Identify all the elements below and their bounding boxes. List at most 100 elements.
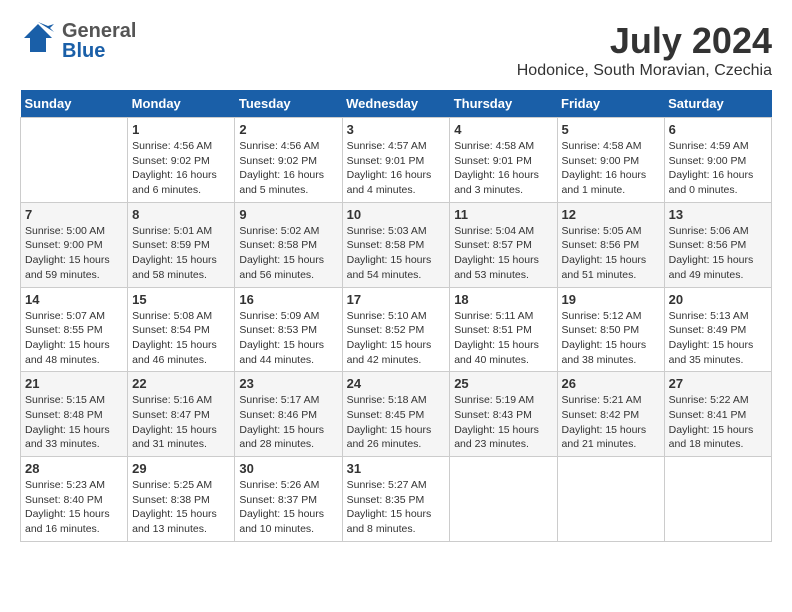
day-info: Sunrise: 5:23 AM Sunset: 8:40 PM Dayligh… <box>25 478 123 537</box>
day-number: 11 <box>454 207 552 222</box>
calendar-cell: 7Sunrise: 5:00 AM Sunset: 9:00 PM Daylig… <box>21 202 128 287</box>
day-number: 8 <box>132 207 230 222</box>
day-info: Sunrise: 5:21 AM Sunset: 8:42 PM Dayligh… <box>562 393 660 452</box>
day-number: 5 <box>562 122 660 137</box>
main-title: July 2024 <box>517 20 772 62</box>
calendar-cell: 15 Sunrise: 5:08 AM Sunset: 8:54 PM Dayli… <box>128 287 235 372</box>
calendar-cell: 3Sunrise: 4:57 AM Sunset: 9:01 PM Daylig… <box>342 118 450 203</box>
day-number: 26 <box>562 376 660 391</box>
calendar-cell: 13 Sunrise: 5:06 AM Sunset: 8:56 PM Dayli… <box>664 202 771 287</box>
calendar-cell: 8 Sunrise: 5:01 AM Sunset: 8:59 PM Daylig… <box>128 202 235 287</box>
calendar-cell: 21Sunrise: 5:15 AM Sunset: 8:48 PM Dayli… <box>21 372 128 457</box>
col-saturday: Saturday <box>664 90 771 118</box>
day-info: Sunrise: 5:04 AM Sunset: 8:57 PM Dayligh… <box>454 224 552 283</box>
calendar-header-row: Sunday Monday Tuesday Wednesday Thursday… <box>21 90 772 118</box>
subtitle: Hodonice, South Moravian, Czechia <box>517 62 772 80</box>
day-number: 14 <box>25 292 123 307</box>
day-info: Sunrise: 5:16 AM Sunset: 8:47 PM Dayligh… <box>132 393 230 452</box>
day-info: Sunrise: 5:02 AM Sunset: 8:58 PM Dayligh… <box>239 224 337 283</box>
day-info: Sunrise: 5:10 AM Sunset: 8:52 PM Dayligh… <box>347 309 446 368</box>
day-number: 28 <box>25 461 123 476</box>
calendar-cell <box>21 118 128 203</box>
day-number: 31 <box>347 461 446 476</box>
calendar-week-4: 21Sunrise: 5:15 AM Sunset: 8:48 PM Dayli… <box>21 372 772 457</box>
day-number: 16 <box>239 292 337 307</box>
calendar-cell: 2 Sunrise: 4:56 AM Sunset: 9:02 PM Daylig… <box>235 118 342 203</box>
calendar-cell: 22 Sunrise: 5:16 AM Sunset: 8:47 PM Dayli… <box>128 372 235 457</box>
calendar-cell <box>450 457 557 542</box>
calendar-cell: 18 Sunrise: 5:11 AM Sunset: 8:51 PM Dayli… <box>450 287 557 372</box>
day-info: Sunrise: 4:56 AM Sunset: 9:02 PM Dayligh… <box>239 139 337 198</box>
day-number: 30 <box>239 461 337 476</box>
day-info: Sunrise: 4:56 AM Sunset: 9:02 PM Dayligh… <box>132 139 230 198</box>
calendar-week-3: 14 Sunrise: 5:07 AM Sunset: 8:55 PM Dayli… <box>21 287 772 372</box>
day-info: Sunrise: 5:07 AM Sunset: 8:55 PM Dayligh… <box>25 309 123 368</box>
day-number: 27 <box>669 376 767 391</box>
calendar-cell: 17 Sunrise: 5:10 AM Sunset: 8:52 PM Dayli… <box>342 287 450 372</box>
calendar-cell: 25Sunrise: 5:19 AM Sunset: 8:43 PM Dayli… <box>450 372 557 457</box>
day-info: Sunrise: 4:59 AM Sunset: 9:00 PM Dayligh… <box>669 139 767 198</box>
calendar-cell: 12 Sunrise: 5:05 AM Sunset: 8:56 PM Dayli… <box>557 202 664 287</box>
calendar-cell: 28 Sunrise: 5:23 AM Sunset: 8:40 PM Dayli… <box>21 457 128 542</box>
day-info: Sunrise: 5:22 AM Sunset: 8:41 PM Dayligh… <box>669 393 767 452</box>
day-info: Sunrise: 5:05 AM Sunset: 8:56 PM Dayligh… <box>562 224 660 283</box>
day-number: 17 <box>347 292 446 307</box>
logo-line1: General <box>62 21 136 41</box>
day-number: 6 <box>669 122 767 137</box>
day-number: 25 <box>454 376 552 391</box>
day-info: Sunrise: 5:11 AM Sunset: 8:51 PM Dayligh… <box>454 309 552 368</box>
day-info: Sunrise: 4:58 AM Sunset: 9:01 PM Dayligh… <box>454 139 552 198</box>
logo-line2: Blue <box>62 41 136 61</box>
col-tuesday: Tuesday <box>235 90 342 118</box>
calendar-cell: 4 Sunrise: 4:58 AM Sunset: 9:01 PM Daylig… <box>450 118 557 203</box>
col-wednesday: Wednesday <box>342 90 450 118</box>
calendar-cell <box>557 457 664 542</box>
day-number: 15 <box>132 292 230 307</box>
day-info: Sunrise: 5:08 AM Sunset: 8:54 PM Dayligh… <box>132 309 230 368</box>
page-header: General Blue July 2024 Hodonice, South M… <box>20 20 772 80</box>
day-info: Sunrise: 4:57 AM Sunset: 9:01 PM Dayligh… <box>347 139 446 198</box>
day-info: Sunrise: 5:15 AM Sunset: 8:48 PM Dayligh… <box>25 393 123 452</box>
day-number: 7 <box>25 207 123 222</box>
day-number: 23 <box>239 376 337 391</box>
day-number: 18 <box>454 292 552 307</box>
calendar-cell: 9Sunrise: 5:02 AM Sunset: 8:58 PM Daylig… <box>235 202 342 287</box>
day-number: 2 <box>239 122 337 137</box>
calendar-cell: 26 Sunrise: 5:21 AM Sunset: 8:42 PM Dayli… <box>557 372 664 457</box>
day-info: Sunrise: 5:12 AM Sunset: 8:50 PM Dayligh… <box>562 309 660 368</box>
col-friday: Friday <box>557 90 664 118</box>
calendar-cell: 19Sunrise: 5:12 AM Sunset: 8:50 PM Dayli… <box>557 287 664 372</box>
day-number: 29 <box>132 461 230 476</box>
calendar-week-2: 7Sunrise: 5:00 AM Sunset: 9:00 PM Daylig… <box>21 202 772 287</box>
day-info: Sunrise: 5:09 AM Sunset: 8:53 PM Dayligh… <box>239 309 337 368</box>
day-info: Sunrise: 5:03 AM Sunset: 8:58 PM Dayligh… <box>347 224 446 283</box>
calendar-table: Sunday Monday Tuesday Wednesday Thursday… <box>20 90 772 542</box>
day-info: Sunrise: 5:13 AM Sunset: 8:49 PM Dayligh… <box>669 309 767 368</box>
day-number: 12 <box>562 207 660 222</box>
calendar-week-5: 28 Sunrise: 5:23 AM Sunset: 8:40 PM Dayli… <box>21 457 772 542</box>
day-number: 1 <box>132 122 230 137</box>
col-monday: Monday <box>128 90 235 118</box>
calendar-cell: 1 Sunrise: 4:56 AM Sunset: 9:02 PM Daylig… <box>128 118 235 203</box>
day-info: Sunrise: 4:58 AM Sunset: 9:00 PM Dayligh… <box>562 139 660 198</box>
calendar-cell: 5 Sunrise: 4:58 AM Sunset: 9:00 PM Daylig… <box>557 118 664 203</box>
calendar-cell: 11 Sunrise: 5:04 AM Sunset: 8:57 PM Dayli… <box>450 202 557 287</box>
day-number: 24 <box>347 376 446 391</box>
day-number: 13 <box>669 207 767 222</box>
calendar-cell: 29 Sunrise: 5:25 AM Sunset: 8:38 PM Dayli… <box>128 457 235 542</box>
calendar-week-1: 1 Sunrise: 4:56 AM Sunset: 9:02 PM Daylig… <box>21 118 772 203</box>
calendar-cell: 30Sunrise: 5:26 AM Sunset: 8:37 PM Dayli… <box>235 457 342 542</box>
day-info: Sunrise: 5:17 AM Sunset: 8:46 PM Dayligh… <box>239 393 337 452</box>
logo-icon <box>20 20 56 56</box>
calendar-cell: 6 Sunrise: 4:59 AM Sunset: 9:00 PM Daylig… <box>664 118 771 203</box>
col-thursday: Thursday <box>450 90 557 118</box>
day-number: 22 <box>132 376 230 391</box>
calendar-cell <box>664 457 771 542</box>
day-info: Sunrise: 5:25 AM Sunset: 8:38 PM Dayligh… <box>132 478 230 537</box>
day-info: Sunrise: 5:06 AM Sunset: 8:56 PM Dayligh… <box>669 224 767 283</box>
logo-text: General Blue <box>62 21 136 61</box>
calendar-cell: 27 Sunrise: 5:22 AM Sunset: 8:41 PM Dayli… <box>664 372 771 457</box>
calendar-cell: 31Sunrise: 5:27 AM Sunset: 8:35 PM Dayli… <box>342 457 450 542</box>
day-info: Sunrise: 5:01 AM Sunset: 8:59 PM Dayligh… <box>132 224 230 283</box>
day-number: 4 <box>454 122 552 137</box>
